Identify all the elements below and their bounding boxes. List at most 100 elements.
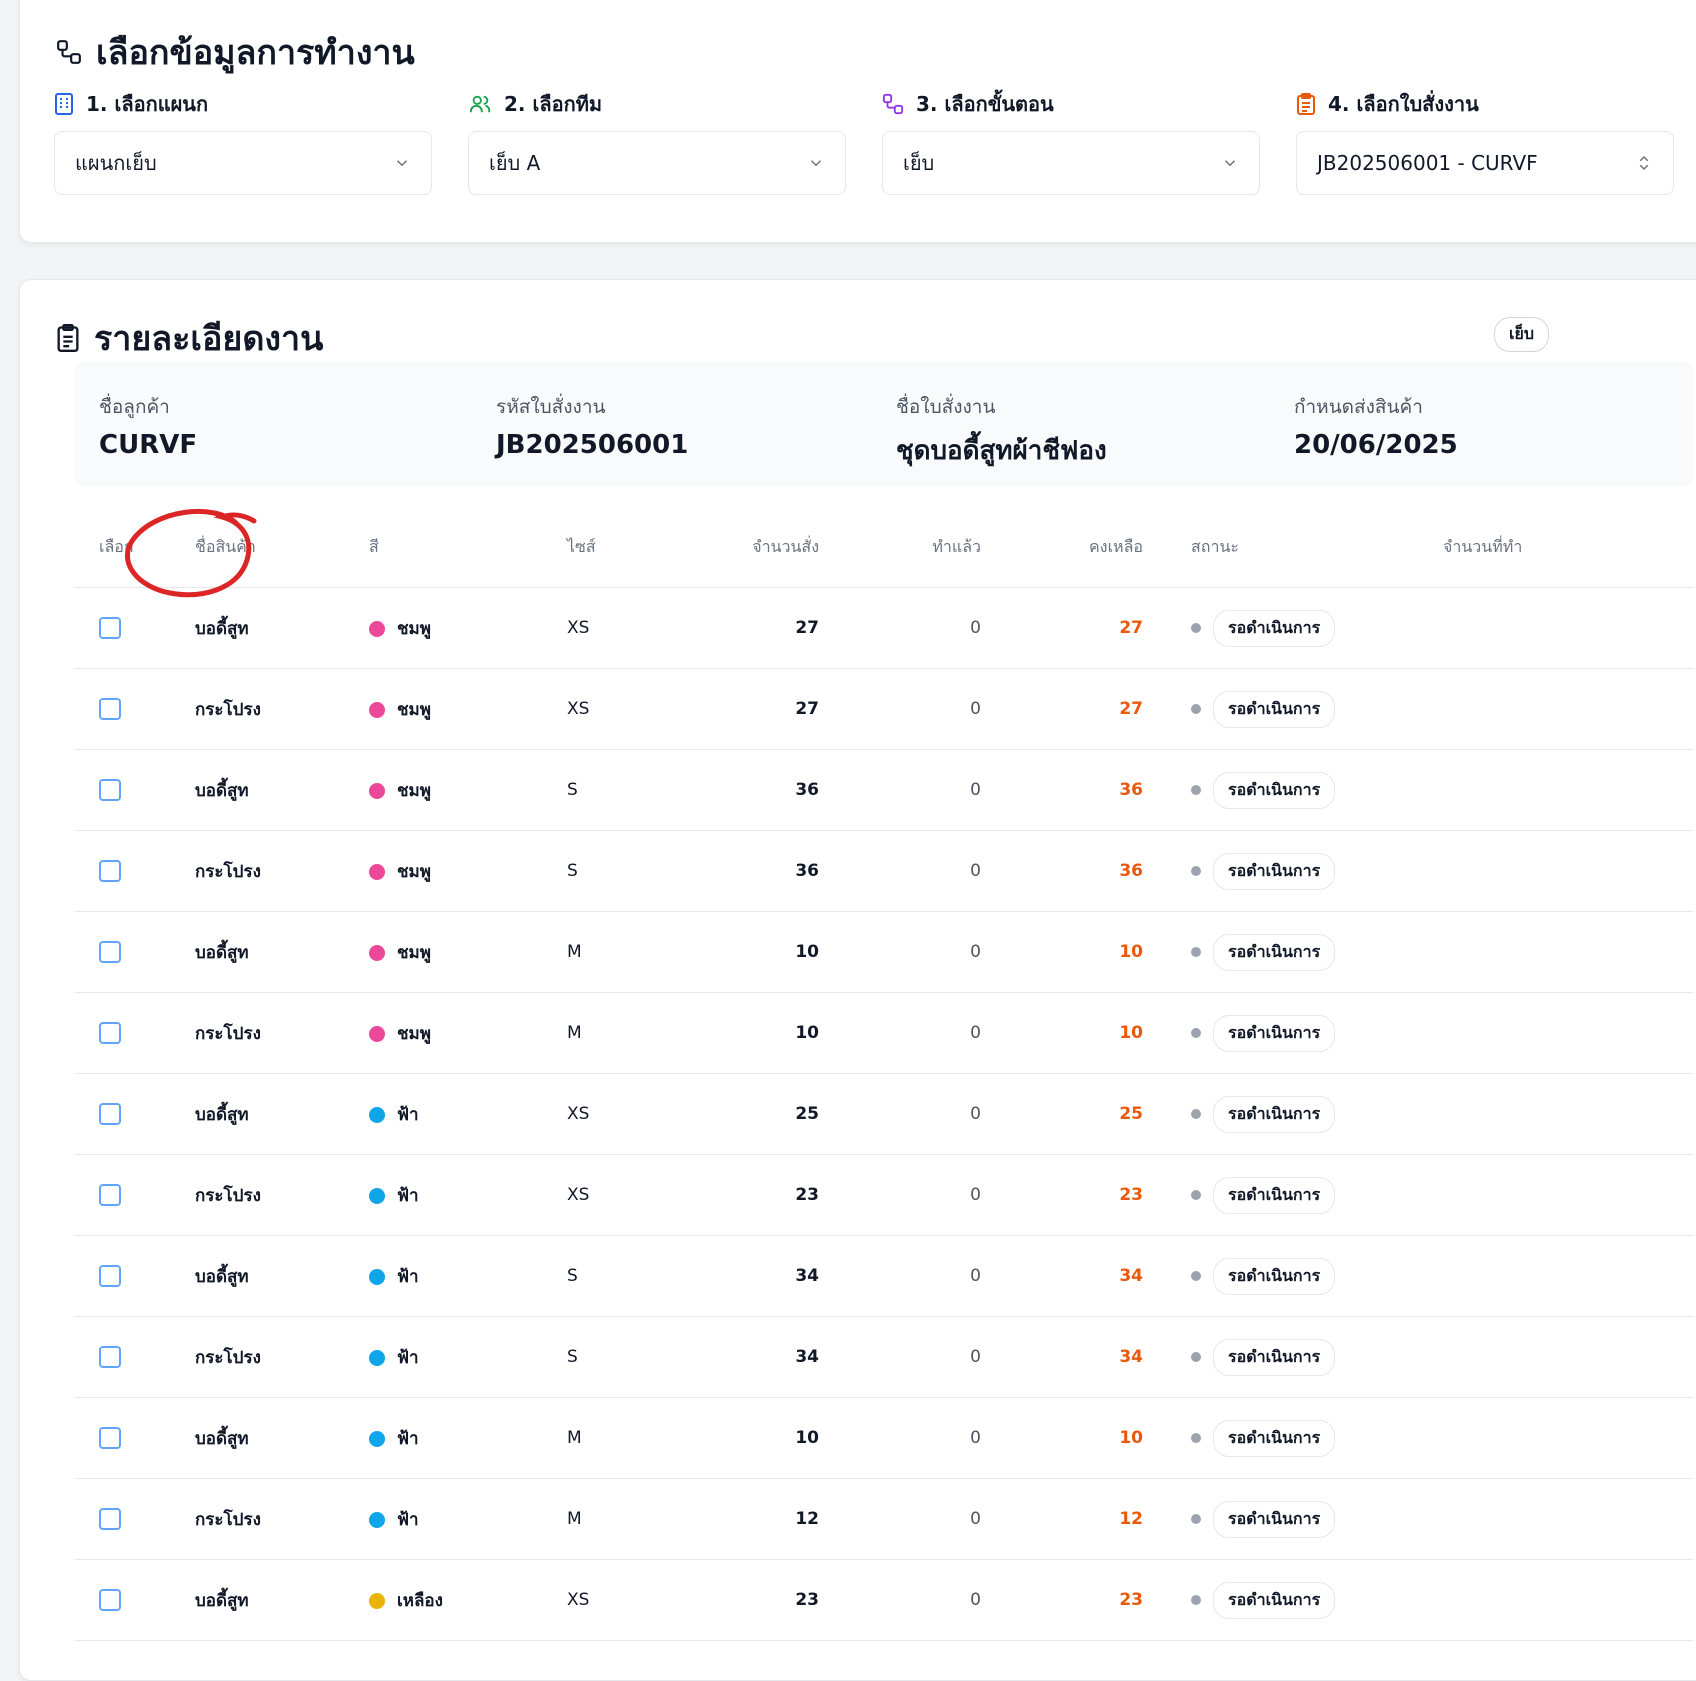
- size-cell: XS: [567, 1073, 687, 1155]
- row-checkbox[interactable]: [99, 941, 121, 963]
- remaining-cell: 36: [981, 830, 1143, 912]
- table-row: บอดี้สูท เหลือง XS 23 0 23 รอดำเนินการ: [75, 1559, 1693, 1641]
- header-color: สี: [369, 508, 567, 588]
- color-name: ชมพู: [397, 618, 431, 639]
- customer-value: CURVF: [99, 430, 198, 460]
- product-name-cell: บอดี้สูท: [195, 1235, 369, 1317]
- status-dot: [1191, 1271, 1201, 1281]
- status-badge: รอดำเนินการ: [1213, 933, 1336, 971]
- row-checkbox[interactable]: [99, 1589, 121, 1611]
- size-cell: M: [567, 911, 687, 993]
- header-done: ทำแล้ว: [819, 508, 981, 588]
- color-cell: ชมพู: [369, 587, 567, 669]
- done-cell: 0: [819, 1154, 981, 1236]
- color-name: ฟ้า: [397, 1104, 419, 1125]
- team-select[interactable]: เย็บ A: [468, 131, 846, 195]
- product-name-cell: กระโปรง: [195, 668, 369, 750]
- color-cell: ฟ้า: [369, 1397, 567, 1479]
- header-size: ไซส์: [567, 508, 687, 588]
- color-name: ฟ้า: [397, 1347, 419, 1368]
- status-badge: รอดำเนินการ: [1213, 690, 1336, 728]
- row-checkbox[interactable]: [99, 698, 121, 720]
- row-checkbox[interactable]: [99, 1103, 121, 1125]
- selection-title: เลือกข้อมูลการทำงาน: [56, 25, 415, 79]
- table-row: กระโปรง ชมพู M 10 0 10 รอดำเนินการ: [75, 992, 1693, 1074]
- select-cell: [75, 1073, 195, 1155]
- product-name-cell: บอดี้สูท: [195, 1073, 369, 1155]
- select-cell: [75, 830, 195, 912]
- table-row: บอดี้สูท ชมพู M 10 0 10 รอดำเนินการ: [75, 911, 1693, 993]
- row-checkbox[interactable]: [99, 1508, 121, 1530]
- size-cell: XS: [567, 1559, 687, 1641]
- color-swatch: [369, 1025, 385, 1042]
- row-checkbox[interactable]: [99, 1184, 121, 1206]
- status-badge: รอดำเนินการ: [1213, 1014, 1336, 1052]
- department-select[interactable]: แผนกเย็บ: [54, 131, 432, 195]
- row-checkbox[interactable]: [99, 779, 121, 801]
- table-row: บอดี้สูท ฟ้า S 34 0 34 รอดำเนินการ: [75, 1235, 1693, 1317]
- header-product-name: ชื่อสินค้า: [195, 508, 369, 588]
- status-badge: รอดำเนินการ: [1213, 1500, 1336, 1538]
- remaining-cell: 34: [981, 1316, 1143, 1398]
- ordered-cell: 10: [687, 992, 819, 1074]
- color-name: ชมพู: [397, 699, 431, 720]
- color-cell: ฟ้า: [369, 1235, 567, 1317]
- job-info-panel: ชื่อลูกค้า CURVF รหัสใบสั่งงาน JB2025060…: [75, 362, 1693, 486]
- status-dot: [1191, 1190, 1201, 1200]
- product-name-cell: บอดี้สูท: [195, 1559, 369, 1641]
- color-swatch: [369, 1430, 385, 1447]
- remaining-cell: 27: [981, 668, 1143, 750]
- job-name-value: ชุดบอดี้สูทผ้าชีฟอง: [896, 436, 1107, 466]
- size-cell: S: [567, 830, 687, 912]
- due-date-info: กำหนดส่งสินค้า 20/06/2025: [1294, 392, 1458, 460]
- ordered-cell: 34: [687, 1316, 819, 1398]
- color-cell: ชมพู: [369, 668, 567, 750]
- remaining-cell: 23: [981, 1154, 1143, 1236]
- row-checkbox[interactable]: [99, 1427, 121, 1449]
- color-name: ชมพู: [397, 861, 431, 882]
- job-order-select-group: 4. เลือกใบสั่งงาน JB202506001 - CURVF: [1296, 89, 1674, 195]
- quantity-to-do-cell: [1443, 587, 1693, 669]
- ordered-cell: 25: [687, 1073, 819, 1155]
- select-cell: [75, 587, 195, 669]
- table-row: กระโปรง ฟ้า XS 23 0 23 รอดำเนินการ: [75, 1154, 1693, 1236]
- product-name-cell: กระโปรง: [195, 1316, 369, 1398]
- selection-card: เลือกข้อมูลการทำงาน 1. เลือกแผนก แผนกเย็…: [19, 0, 1696, 243]
- ordered-cell: 23: [687, 1559, 819, 1641]
- size-cell: S: [567, 749, 687, 831]
- product-name-cell: กระโปรง: [195, 1154, 369, 1236]
- row-checkbox[interactable]: [99, 1346, 121, 1368]
- table-row: กระโปรง ชมพู XS 27 0 27 รอดำเนินการ: [75, 668, 1693, 750]
- job-code-info: รหัสใบสั่งงาน JB202506001: [496, 392, 688, 460]
- color-swatch: [369, 1511, 385, 1528]
- size-cell: S: [567, 1316, 687, 1398]
- table-row: กระโปรง ฟ้า M 12 0 12 รอดำเนินการ: [75, 1478, 1693, 1560]
- status-dot: [1191, 623, 1201, 633]
- done-cell: 0: [819, 1073, 981, 1155]
- color-cell: ชมพู: [369, 749, 567, 831]
- done-cell: 0: [819, 668, 981, 750]
- select-cell: [75, 1235, 195, 1317]
- users-icon: [469, 95, 491, 113]
- color-swatch: [369, 1268, 385, 1285]
- row-checkbox[interactable]: [99, 1265, 121, 1287]
- product-name-cell: บอดี้สูท: [195, 1397, 369, 1479]
- workflow-icon: [882, 93, 904, 115]
- status-cell: รอดำเนินการ: [1143, 911, 1443, 993]
- step-value: เย็บ: [903, 151, 935, 175]
- status-dot: [1191, 785, 1201, 795]
- job-order-select[interactable]: JB202506001 - CURVF: [1296, 131, 1674, 195]
- color-swatch: [369, 1592, 385, 1609]
- status-dot: [1191, 1028, 1201, 1038]
- quantity-to-do-cell: [1443, 1478, 1693, 1560]
- customer-label: ชื่อลูกค้า: [99, 396, 170, 418]
- row-checkbox[interactable]: [99, 860, 121, 882]
- size-cell: M: [567, 992, 687, 1074]
- header-remaining: คงเหลือ: [981, 508, 1143, 588]
- clipboard-icon: [57, 324, 79, 352]
- department-label: 1. เลือกแผนก: [54, 89, 432, 119]
- row-checkbox[interactable]: [99, 1022, 121, 1044]
- step-select[interactable]: เย็บ: [882, 131, 1260, 195]
- status-cell: รอดำเนินการ: [1143, 992, 1443, 1074]
- row-checkbox[interactable]: [99, 617, 121, 639]
